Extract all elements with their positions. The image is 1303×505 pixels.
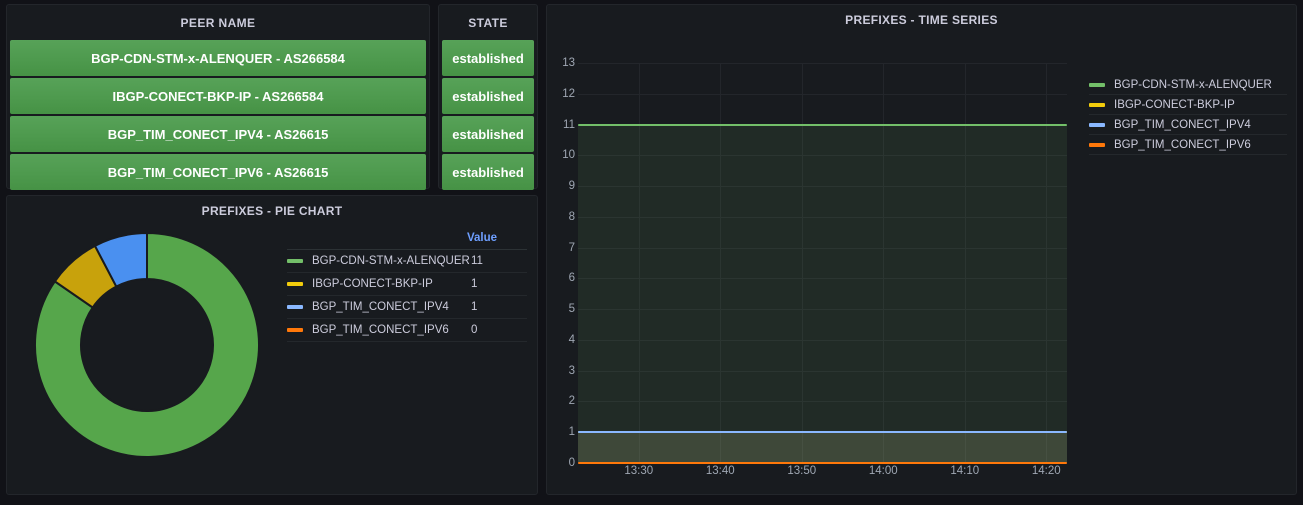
grafana-dashboard: PEER NAME BGP-CDN-STM-x-ALENQUER - AS266… bbox=[0, 0, 1303, 505]
peer-name-table-panel: PEER NAME BGP-CDN-STM-x-ALENQUER - AS266… bbox=[6, 4, 430, 190]
y-axis-tick-label: 8 bbox=[568, 210, 575, 223]
y-axis-tick-label: 9 bbox=[568, 180, 575, 193]
pie-legend-label: BGP_TIM_CONECT_IPV4 bbox=[312, 301, 449, 313]
timeseries-legend-label: BGP_TIM_CONECT_IPV4 bbox=[1114, 118, 1251, 131]
peer-name-cell[interactable]: BGP_TIM_CONECT_IPV6 - AS26615 bbox=[10, 154, 426, 190]
y-axis-tick-label: 2 bbox=[568, 395, 575, 408]
pie-legend-label: BGP-CDN-STM-x-ALENQUER bbox=[312, 255, 470, 267]
state-rows: established established established establi… bbox=[439, 40, 537, 190]
x-axis-tick-label: 14:20 bbox=[1031, 465, 1061, 477]
state-table-panel: STATE established established established e… bbox=[438, 4, 538, 190]
state-cell[interactable]: established bbox=[442, 78, 534, 114]
timeseries-legend: BGP-CDN-STM-x-ALENQUER IBGP-CONECT-BKP-IP… bbox=[1089, 75, 1287, 155]
timeseries-legend-label: BGP-CDN-STM-x-ALENQUER bbox=[1114, 78, 1272, 91]
pie-legend-label: IBGP-CONECT-BKP-IP bbox=[312, 278, 433, 290]
legend-color-swatch-icon bbox=[1089, 82, 1105, 87]
y-axis-tick-label: 1 bbox=[568, 426, 575, 439]
pie-legend-value-header[interactable]: Value bbox=[467, 232, 523, 244]
y-axis-tick-label: 12 bbox=[562, 87, 575, 100]
timeseries-legend-label: IBGP-CONECT-BKP-IP bbox=[1114, 98, 1235, 111]
timeseries-body: 0 1 2 3 4 5 6 7 8 9 10 11 12 13 13:30 13:40 13:50 14:00 1… bbox=[547, 31, 1296, 493]
peer-name-cell[interactable]: IBGP-CONECT-BKP-IP - AS266584 bbox=[10, 78, 426, 114]
legend-color-swatch-icon bbox=[1089, 142, 1105, 147]
legend-color-swatch-icon bbox=[287, 328, 303, 332]
y-axis-tick-label: 13 bbox=[562, 57, 575, 69]
pie-panel-body: Value BGP-CDN-STM-x-ALENQUER 11 IBGP-CONEC… bbox=[7, 222, 537, 490]
pie-legend-row[interactable]: BGP_TIM_CONECT_IPV4 1 bbox=[287, 296, 527, 319]
timeseries-legend-row[interactable]: BGP-CDN-STM-x-ALENQUER bbox=[1089, 75, 1287, 95]
y-axis-tick-label: 6 bbox=[568, 272, 575, 285]
x-axis-tick-label: 13:40 bbox=[705, 465, 735, 477]
state-cell[interactable]: established bbox=[442, 116, 534, 152]
prefixes-pie-chart-panel: PREFIXES - PIE CHART Value BGP-CDN-STM-x… bbox=[6, 195, 538, 495]
y-axis-tick-label: 11 bbox=[563, 118, 575, 131]
y-axis-tick-label: 7 bbox=[568, 241, 575, 254]
pie-legend-row[interactable]: BGP_TIM_CONECT_IPV6 0 bbox=[287, 319, 527, 342]
y-axis-tick-label: 10 bbox=[562, 149, 575, 162]
x-axis-tick-label: 14:00 bbox=[868, 465, 898, 477]
pie-legend-header: Value bbox=[287, 232, 527, 250]
x-axis: 13:30 13:40 13:50 14:00 14:10 14:20 bbox=[578, 465, 1067, 485]
timeseries-plot-area[interactable] bbox=[578, 63, 1067, 464]
series-line[interactable] bbox=[578, 462, 1067, 464]
donut-chart[interactable] bbox=[7, 226, 287, 460]
peer-name-cell[interactable]: BGP_TIM_CONECT_IPV4 - AS26615 bbox=[10, 116, 426, 152]
x-axis-tick-label: 14:10 bbox=[950, 465, 980, 477]
timeseries-legend-row[interactable]: BGP_TIM_CONECT_IPV4 bbox=[1089, 115, 1287, 135]
peer-name-rows: BGP-CDN-STM-x-ALENQUER - AS266584 IBGP-CO… bbox=[7, 40, 429, 190]
pie-legend-row[interactable]: IBGP-CONECT-BKP-IP 1 bbox=[287, 273, 527, 296]
pie-legend-row[interactable]: BGP-CDN-STM-x-ALENQUER 11 bbox=[287, 250, 527, 273]
peer-name-column-header[interactable]: PEER NAME bbox=[7, 5, 429, 40]
state-cell[interactable]: established bbox=[442, 40, 534, 76]
legend-color-swatch-icon bbox=[287, 282, 303, 286]
x-axis-tick-label: 13:30 bbox=[624, 465, 654, 477]
series-area-fill bbox=[578, 124, 1067, 463]
pie-legend: Value BGP-CDN-STM-x-ALENQUER 11 IBGP-CONEC… bbox=[287, 226, 537, 342]
series-line[interactable] bbox=[578, 431, 1067, 434]
pie-legend-label: BGP_TIM_CONECT_IPV6 bbox=[312, 324, 449, 336]
legend-color-swatch-icon bbox=[287, 259, 303, 263]
timeseries-legend-label: BGP_TIM_CONECT_IPV6 bbox=[1114, 138, 1251, 151]
pie-legend-value: 1 bbox=[471, 278, 478, 290]
legend-color-swatch-icon bbox=[287, 305, 303, 309]
pie-legend-value: 1 bbox=[471, 301, 478, 313]
horizontal-gridline bbox=[578, 63, 1067, 64]
pie-panel-title: PREFIXES - PIE CHART bbox=[201, 204, 343, 218]
pie-legend-value: 0 bbox=[471, 324, 478, 336]
timeseries-legend-row[interactable]: BGP_TIM_CONECT_IPV6 bbox=[1089, 135, 1287, 155]
horizontal-gridline bbox=[578, 93, 1067, 95]
legend-color-swatch-icon bbox=[1089, 102, 1105, 107]
series-area-fill bbox=[578, 432, 1067, 463]
timeseries-legend-row[interactable]: IBGP-CONECT-BKP-IP bbox=[1089, 95, 1287, 115]
timeseries-panel-title: PREFIXES - TIME SERIES bbox=[845, 13, 998, 27]
peer-name-cell[interactable]: BGP-CDN-STM-x-ALENQUER - AS266584 bbox=[10, 40, 426, 76]
legend-color-swatch-icon bbox=[1089, 122, 1105, 127]
y-axis-tick-label: 5 bbox=[568, 303, 575, 316]
y-axis-tick-label: 0 bbox=[568, 457, 575, 469]
state-cell[interactable]: established bbox=[442, 154, 534, 190]
y-axis-tick-label: 3 bbox=[568, 364, 575, 377]
pie-legend-value: 11 bbox=[471, 255, 483, 267]
state-column-header[interactable]: STATE bbox=[439, 5, 537, 40]
y-axis: 0 1 2 3 4 5 6 7 8 9 10 11 12 13 bbox=[547, 57, 575, 469]
x-axis-tick-label: 13:50 bbox=[787, 465, 817, 477]
prefixes-time-series-panel: PREFIXES - TIME SERIES 0 1 2 3 4 5 6 7 8 9 10 11 12 1… bbox=[546, 4, 1297, 495]
donut-svg bbox=[34, 231, 260, 458]
series-line[interactable] bbox=[578, 123, 1067, 126]
y-axis-tick-label: 4 bbox=[568, 333, 575, 346]
